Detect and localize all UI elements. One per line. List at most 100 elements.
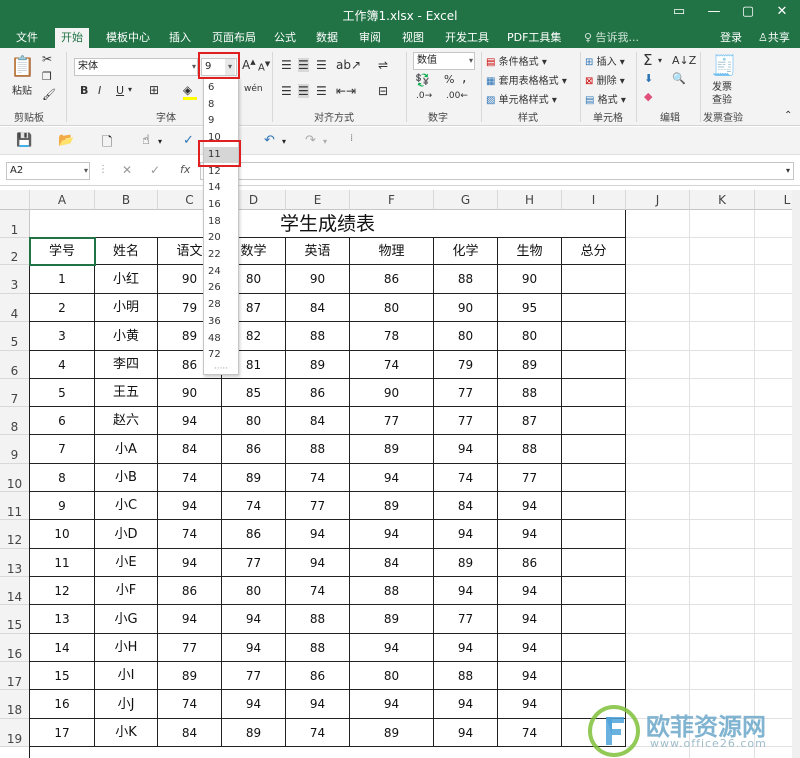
orientation-icon[interactable]: ab↗ <box>336 58 361 72</box>
align-bottom-icon[interactable]: ☰ <box>316 58 327 72</box>
data-cell[interactable]: 89 <box>498 351 562 379</box>
data-cell[interactable]: 94 <box>158 492 222 520</box>
number-format-select[interactable]: 数值 ▾ <box>413 52 475 70</box>
collapse-ribbon-icon[interactable]: ⌃ <box>784 110 792 121</box>
data-cell[interactable]: 94 <box>158 549 222 577</box>
increase-font-size-icon[interactable]: A▲ <box>242 58 256 72</box>
data-cell[interactable]: 86 <box>498 549 562 577</box>
align-top-icon[interactable]: ☰ <box>281 58 292 72</box>
data-cell[interactable]: 6 <box>30 407 95 435</box>
paste-button[interactable]: 粘贴 <box>12 82 32 97</box>
data-cell[interactable]: 74 <box>286 577 350 605</box>
resize-grip-icon[interactable]: ····· <box>204 365 238 374</box>
name-cell[interactable]: 小C <box>95 492 158 520</box>
name-cell[interactable]: 小E <box>95 549 158 577</box>
data-cell[interactable]: 90 <box>158 379 222 407</box>
row-header-13[interactable]: 13 <box>0 549 30 577</box>
font-size-option-14[interactable]: 14 <box>204 180 238 197</box>
data-cell[interactable]: 84 <box>286 294 350 322</box>
data-cell[interactable]: 94 <box>434 520 498 549</box>
align-left-icon[interactable]: ☰ <box>281 84 292 98</box>
data-cell[interactable]: 77 <box>222 549 286 577</box>
row-header-9[interactable]: 9 <box>0 435 30 464</box>
name-cell[interactable]: 小红 <box>95 265 158 294</box>
row-header-2[interactable]: 2 <box>0 238 30 265</box>
total-cell[interactable] <box>562 351 626 379</box>
data-cell[interactable]: 3 <box>30 322 95 351</box>
data-cell[interactable]: 90 <box>434 294 498 322</box>
data-cell[interactable]: 74 <box>286 464 350 492</box>
data-cell[interactable]: 8 <box>30 464 95 492</box>
total-cell[interactable] <box>562 322 626 351</box>
data-cell[interactable]: 94 <box>434 577 498 605</box>
font-size-option-28[interactable]: 28 <box>204 297 238 314</box>
data-cell[interactable]: 94 <box>498 662 562 690</box>
insert-cells-button[interactable]: ⊞ 插入 ▾ <box>585 53 625 68</box>
data-cell[interactable]: 80 <box>350 662 434 690</box>
data-cell[interactable]: 84 <box>434 492 498 520</box>
data-cell[interactable]: 94 <box>498 520 562 549</box>
data-cell[interactable]: 94 <box>350 634 434 662</box>
data-cell[interactable]: 89 <box>350 492 434 520</box>
row-header-14[interactable]: 14 <box>0 577 30 605</box>
data-cell[interactable]: 86 <box>222 520 286 549</box>
data-cell[interactable]: 94 <box>222 605 286 634</box>
vertical-scrollbar[interactable] <box>792 190 800 758</box>
data-cell[interactable]: 79 <box>434 351 498 379</box>
data-cell[interactable]: 74 <box>222 492 286 520</box>
data-cell[interactable]: 89 <box>158 662 222 690</box>
data-cell[interactable]: 94 <box>350 520 434 549</box>
data-cell[interactable]: 85 <box>222 379 286 407</box>
data-cell[interactable]: 89 <box>350 605 434 634</box>
data-cell[interactable]: 89 <box>350 435 434 464</box>
data-cell[interactable]: 94 <box>434 634 498 662</box>
conditional-formatting-button[interactable]: ▤ 条件格式 ▾ <box>486 53 547 68</box>
data-cell[interactable]: 9 <box>30 492 95 520</box>
borders-icon[interactable]: ⊞ <box>149 83 159 97</box>
data-cell[interactable]: 88 <box>286 322 350 351</box>
data-cell[interactable]: 88 <box>286 605 350 634</box>
chevron-down-icon[interactable]: ▾ <box>282 137 286 146</box>
data-cell[interactable]: 94 <box>286 520 350 549</box>
name-cell[interactable]: 小I <box>95 662 158 690</box>
data-cell[interactable]: 95 <box>498 294 562 322</box>
data-cell[interactable]: 11 <box>30 549 95 577</box>
data-cell[interactable]: 94 <box>498 690 562 719</box>
data-cell[interactable]: 94 <box>498 634 562 662</box>
name-cell[interactable]: 小A <box>95 435 158 464</box>
data-cell[interactable]: 94 <box>158 605 222 634</box>
data-cell[interactable]: 77 <box>434 605 498 634</box>
data-cell[interactable]: 84 <box>350 549 434 577</box>
row-header-10[interactable]: 10 <box>0 464 30 492</box>
data-cell[interactable]: 89 <box>222 719 286 747</box>
data-cell[interactable]: 86 <box>286 662 350 690</box>
insert-function-button[interactable]: fx <box>180 163 190 176</box>
align-right-icon[interactable]: ☰ <box>316 84 327 98</box>
fill-color-icon[interactable]: ◈ <box>183 83 192 97</box>
tab-review[interactable]: 审阅 <box>353 28 387 48</box>
data-cell[interactable]: 74 <box>350 351 434 379</box>
header-cell[interactable]: 英语 <box>286 238 350 265</box>
font-size-option-22[interactable]: 22 <box>204 247 238 264</box>
sort-filter-icon[interactable]: A↓Z <box>672 54 696 67</box>
copy-icon[interactable]: ❐ <box>42 70 52 83</box>
data-cell[interactable]: 88 <box>350 577 434 605</box>
formula-input[interactable] <box>200 162 794 180</box>
tab-view[interactable]: 视图 <box>396 28 430 48</box>
data-cell[interactable]: 88 <box>498 435 562 464</box>
total-cell[interactable] <box>562 464 626 492</box>
data-cell[interactable]: 86 <box>286 379 350 407</box>
data-cell[interactable]: 94 <box>286 690 350 719</box>
expand-formula-bar-icon[interactable]: ▾ <box>786 166 790 175</box>
chevron-down-icon[interactable]: ▾ <box>323 137 327 146</box>
data-cell[interactable]: 94 <box>498 577 562 605</box>
data-cell[interactable]: 94 <box>434 435 498 464</box>
data-cell[interactable]: 77 <box>222 662 286 690</box>
invoice-label-2[interactable]: 查验 <box>712 91 732 106</box>
data-cell[interactable]: 2 <box>30 294 95 322</box>
data-cell[interactable]: 74 <box>286 719 350 747</box>
total-cell[interactable] <box>562 520 626 549</box>
row-header-7[interactable]: 7 <box>0 379 30 407</box>
data-cell[interactable]: 94 <box>434 690 498 719</box>
row-header-8[interactable]: 8 <box>0 407 30 435</box>
